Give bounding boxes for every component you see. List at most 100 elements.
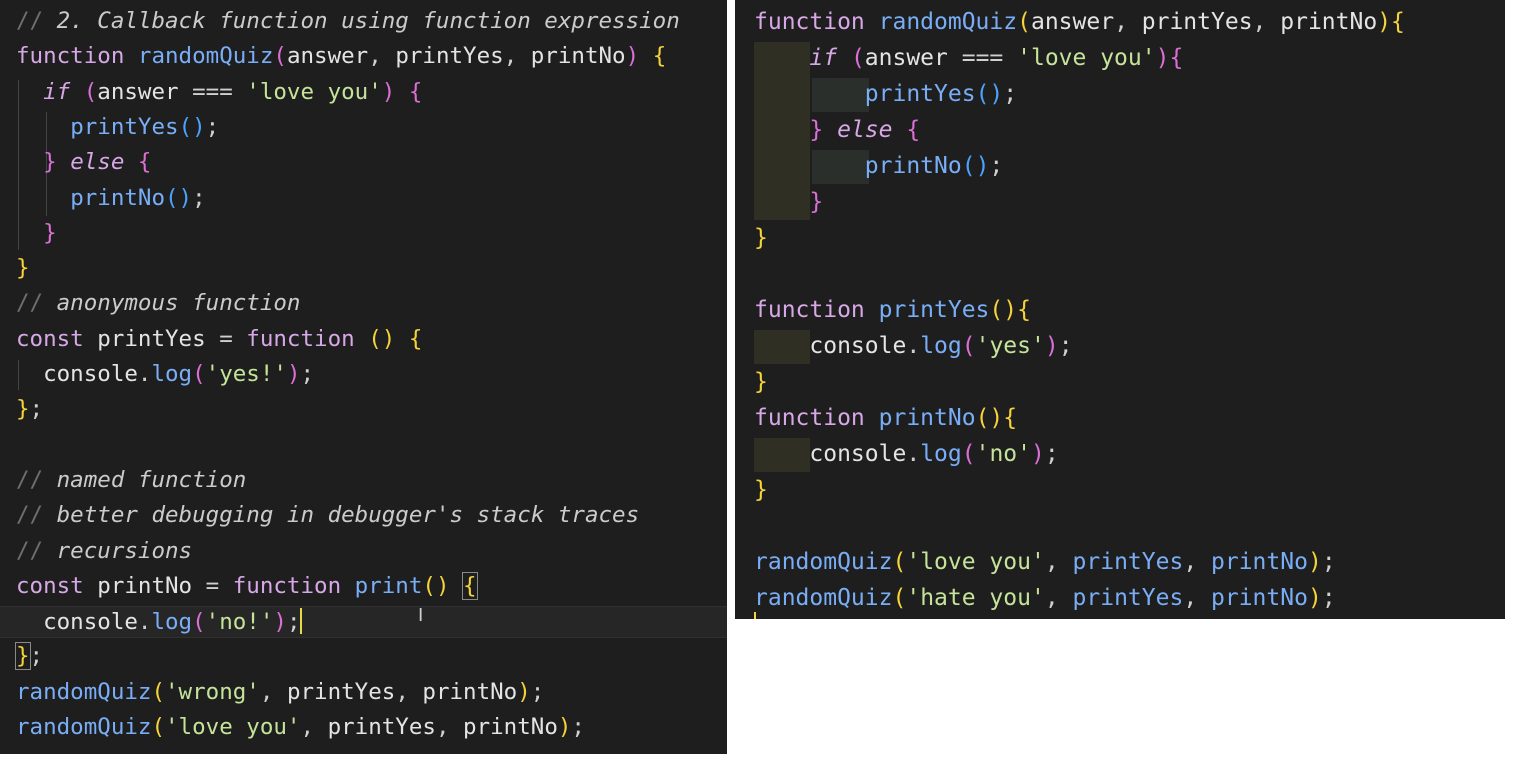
left-code-editor[interactable]: // 2. Callback function using function e… xyxy=(0,0,727,754)
code-line[interactable]: printNo(); xyxy=(0,183,727,213)
code-token: ) xyxy=(273,609,287,636)
code-token: } xyxy=(16,396,30,423)
code-line[interactable]: if (answer === 'love you') { xyxy=(0,77,727,107)
code-token: 'yes' xyxy=(975,333,1045,359)
code-token: ) xyxy=(381,78,409,105)
code-token: console xyxy=(43,609,138,636)
code-token: console xyxy=(809,441,907,467)
code-line[interactable]: }; xyxy=(0,394,727,424)
code-token: ; xyxy=(1321,585,1336,611)
code-line[interactable]: } xyxy=(735,367,1505,397)
code-line[interactable]: // recursions xyxy=(0,536,727,566)
code-token: printYes xyxy=(286,678,396,705)
code-token: answer xyxy=(1030,9,1115,35)
code-line[interactable]: } else { xyxy=(0,147,727,177)
text-caret xyxy=(754,612,756,619)
code-line[interactable]: printYes(); xyxy=(0,112,727,142)
code-line[interactable] xyxy=(735,511,1505,541)
code-line[interactable]: function printNo(){ xyxy=(735,403,1505,433)
code-token: ( xyxy=(83,78,98,105)
code-token: 'no' xyxy=(975,441,1031,467)
code-line[interactable] xyxy=(735,259,1505,289)
code-token: { xyxy=(1391,9,1405,35)
code-token: . xyxy=(906,333,921,359)
code-token: randomQuiz xyxy=(137,43,274,70)
code-line[interactable]: } xyxy=(735,187,1505,217)
code-line[interactable]: // better debugging in debugger's stack … xyxy=(0,500,727,530)
code-token: ; xyxy=(29,643,44,670)
right-code-editor[interactable]: function randomQuiz(answer, printYes, pr… xyxy=(735,0,1505,619)
code-line[interactable]: function printYes(){ xyxy=(735,295,1505,325)
code-line[interactable]: } xyxy=(735,475,1505,505)
code-line[interactable] xyxy=(0,430,727,460)
code-token: } xyxy=(16,255,30,282)
code-token: { xyxy=(408,325,423,352)
code-token: } xyxy=(43,219,57,246)
code-line[interactable]: } xyxy=(735,223,1505,253)
code-line[interactable]: // named function xyxy=(0,465,727,495)
code-token: better debugging in debugger's stack tra… xyxy=(56,502,640,529)
code-token: function xyxy=(754,405,879,431)
code-token: . xyxy=(137,361,152,387)
code-token: { xyxy=(652,43,667,70)
code-line[interactable]: function randomQuiz(answer, printYes, pr… xyxy=(0,41,727,71)
code-token: = xyxy=(219,325,247,352)
code-token: 'love you' xyxy=(906,549,1045,575)
code-line[interactable]: randomQuiz('love you', printYes, printNo… xyxy=(735,547,1505,577)
code-line[interactable]: function randomQuiz(answer, printYes, pr… xyxy=(735,7,1505,37)
code-line[interactable]: randomQuiz('hate you', printYes, printNo… xyxy=(735,583,1505,613)
code-token: ) xyxy=(1307,585,1322,611)
code-token: () xyxy=(961,153,990,179)
code-token: ; xyxy=(192,184,206,211)
code-token: named function xyxy=(56,466,247,493)
code-token: === xyxy=(192,78,247,105)
code-line[interactable]: } xyxy=(0,218,727,248)
code-line[interactable]: const printNo = function print() { xyxy=(0,571,727,601)
code-line[interactable]: // 2. Callback function using function e… xyxy=(0,6,727,36)
code-token: printNo xyxy=(70,184,166,211)
code-token: answer xyxy=(864,45,962,71)
code-line[interactable]: // anonymous function xyxy=(0,288,727,318)
code-line[interactable]: } else { xyxy=(735,115,1505,145)
code-line[interactable]: console.log('no!'); xyxy=(0,606,727,639)
code-token: ( xyxy=(273,43,287,70)
code-line[interactable]: printYes(); xyxy=(735,79,1505,109)
code-token: console xyxy=(43,361,138,387)
code-line[interactable]: console.log('yes!'); xyxy=(0,359,727,389)
code-token: 'wrong' xyxy=(165,678,260,705)
code-token: () xyxy=(975,405,1004,431)
code-token: ) xyxy=(625,43,653,70)
code-token: printNo xyxy=(530,43,626,70)
code-token: print xyxy=(354,572,423,599)
code-token: ; xyxy=(530,678,545,705)
code-line[interactable]: }; xyxy=(0,641,727,671)
code-token: log xyxy=(151,361,193,387)
code-line[interactable]: } xyxy=(0,253,727,283)
code-token: // xyxy=(16,8,57,34)
code-token: , xyxy=(1044,549,1073,575)
code-token: randomQuiz xyxy=(16,678,152,705)
text-caret xyxy=(300,608,303,635)
code-token: function xyxy=(16,43,138,70)
code-line[interactable]: console.log('no'); xyxy=(735,439,1505,469)
code-token: ; xyxy=(300,361,315,387)
code-token: ) xyxy=(557,714,572,740)
code-line[interactable]: randomQuiz('wrong', printYes, printNo); xyxy=(0,677,727,707)
code-token: { xyxy=(137,149,152,176)
code-token: ( xyxy=(151,714,166,740)
code-line[interactable]: console.log('yes'); xyxy=(735,331,1505,361)
code-line[interactable]: const printYes = function () { xyxy=(0,324,727,354)
code-token: } xyxy=(754,369,768,395)
code-line[interactable]: randomQuiz('love you', printYes, printNo… xyxy=(0,712,727,742)
code-token: answer xyxy=(97,78,193,105)
code-token: printYes xyxy=(878,297,990,323)
code-token: const xyxy=(16,572,98,599)
code-line[interactable]: if (answer === 'love you'){ xyxy=(735,43,1505,73)
code-token: ( xyxy=(192,609,206,636)
code-token: 2. Callback function using function expr… xyxy=(56,8,680,34)
code-line[interactable]: printNo(); xyxy=(735,151,1505,181)
